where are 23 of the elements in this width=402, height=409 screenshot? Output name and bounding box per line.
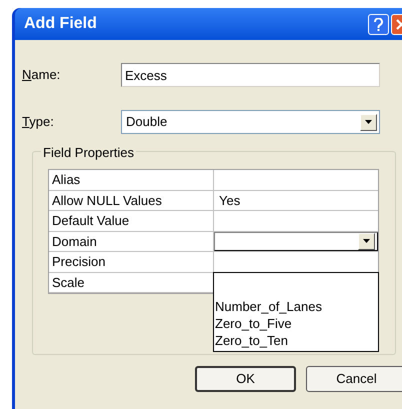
cancel-button[interactable]: Cancel xyxy=(306,366,402,392)
name-label: Name: xyxy=(22,66,62,84)
help-button[interactable] xyxy=(368,14,389,34)
type-dropdown[interactable]: Double xyxy=(121,110,380,134)
property-name: Precision xyxy=(49,252,214,272)
domain-dropdown[interactable] xyxy=(214,232,378,251)
type-label: Type: xyxy=(22,113,55,132)
property-name: Allow NULL Values xyxy=(49,190,214,210)
dropdown-button[interactable] xyxy=(358,232,375,250)
domain-option[interactable]: Number_of_Lanes xyxy=(215,298,377,315)
caret-icon xyxy=(363,239,370,244)
domain-option[interactable]: Zero_to_Five xyxy=(215,315,377,332)
property-name: Domain xyxy=(49,232,214,251)
property-name: Alias xyxy=(49,170,214,190)
ok-button[interactable]: OK xyxy=(195,366,296,392)
domain-option[interactable]: Zero_to_Ten xyxy=(215,332,377,349)
help-icon xyxy=(374,18,383,30)
property-value: Yes xyxy=(218,192,242,210)
name-field[interactable]: Excess xyxy=(121,63,380,87)
caret-icon xyxy=(365,120,372,124)
property-name: Default Value xyxy=(49,211,214,230)
window-title: Add Field xyxy=(24,14,97,34)
dropdown-button[interactable] xyxy=(360,114,377,130)
